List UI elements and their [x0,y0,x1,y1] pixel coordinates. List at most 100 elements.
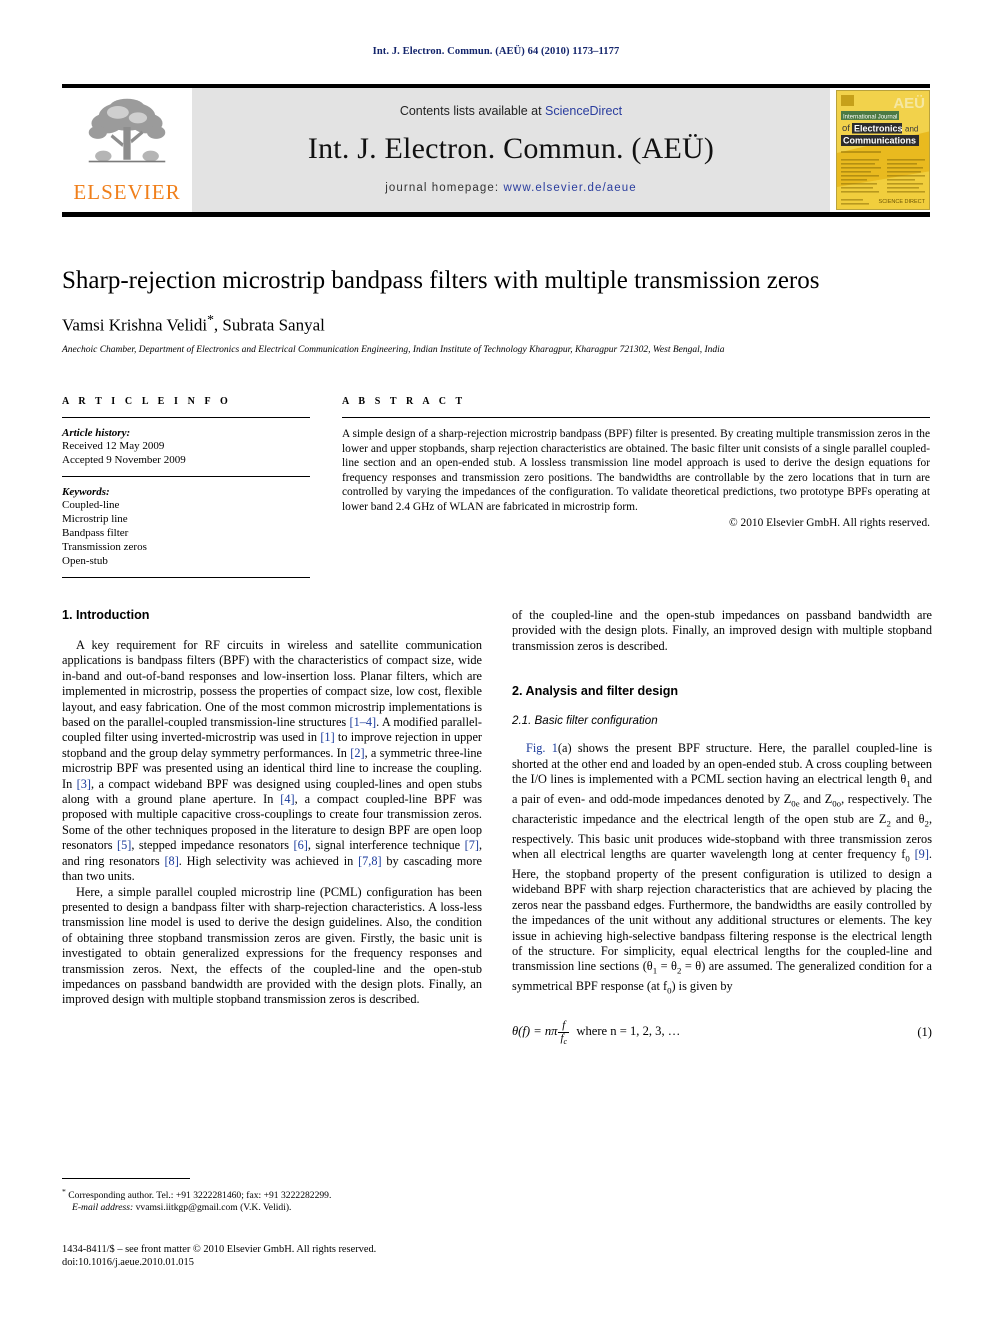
citation-ref[interactable]: [1] [320,730,334,744]
equation-1: θ(f) = nπ f fc where n = 1, 2, 3, … (1) [512,1019,932,1045]
intro-paragraph-2-continued: of the coupled-line and the open-stub im… [512,608,932,653]
title-block: Sharp-rejection microstrip bandpass filt… [62,266,930,355]
section-heading-introduction: 1. Introduction [62,608,150,622]
abstract-copyright: © 2010 Elsevier GmbH. All rights reserve… [729,516,930,529]
intro-paragraph-2: Here, a simple parallel coupled microstr… [62,884,482,1007]
affiliation: Anechoic Chamber, Department of Electron… [62,344,725,355]
svg-text:and: and [905,125,918,134]
text-run: , signal interference technique [307,838,465,853]
abstract-heading: A B S T R A C T [342,396,466,407]
subscript: 0o [832,798,842,809]
journal-cover-art-icon: AEÜ International Journal of Electronics… [837,91,929,209]
equation-number: (1) [917,1024,932,1039]
footnote-email-value[interactable]: vvamsi.iitkgp@gmail.com (V.K. Velidi). [136,1202,292,1213]
citation-ref[interactable]: [1–4] [350,715,377,729]
equation-lhs: θ(f) = nπ [512,1023,558,1038]
corresponding-author-marker: * [207,312,214,327]
journal-cover-cell: AEÜ International Journal of Electronics… [830,88,930,212]
journal-homepage-link[interactable]: www.elsevier.de/aeue [504,182,637,194]
text-run: and Z [799,791,833,806]
banner-bottom-rule [62,212,930,217]
footnote-star-icon: * [62,1187,66,1196]
svg-text:SCIENCE DIRECT: SCIENCE DIRECT [879,199,926,205]
text-run: and θ [890,811,925,826]
svg-text:Electronics: Electronics [854,124,903,134]
sciencedirect-link[interactable]: ScienceDirect [545,104,622,118]
contents-available-line: Contents lists available at ScienceDirec… [400,104,622,118]
body-column-left: 1. Introduction A key requirement for RF… [62,608,482,1008]
journal-cover-thumbnail: AEÜ International Journal of Electronics… [836,90,930,210]
text-run: . Here, the stopband property of the pre… [512,847,932,974]
fraction-denominator: fc [558,1032,569,1047]
imprint-block: 1434-8411/$ – see front matter © 2010 El… [62,1243,502,1269]
article-info-rule-top [62,417,310,418]
article-history-label: Article history: [62,427,131,439]
citation-ref[interactable]: [6] [294,838,308,852]
imprint-issn-line: 1434-8411/$ – see front matter © 2010 El… [62,1244,377,1255]
body-column-right: of the coupled-line and the open-stub im… [512,608,932,1045]
author-primary: Vamsi Krishna Velidi [62,315,208,335]
journal-title: Int. J. Electron. Commun. (AEÜ) [307,132,715,165]
article-info-panel: A R T I C L E I N F O Article history: R… [62,396,310,587]
keywords-label: Keywords: [62,486,110,498]
footnote-email: E-mail address: vvamsi.iitkgp@gmail.com … [62,1202,482,1214]
section-heading-analysis: 2. Analysis and filter design [512,684,679,699]
text-run: , stepped impedance resonators [131,838,294,853]
text-run: ) is given by [671,979,733,994]
elsevier-tree-icon [88,98,166,163]
fraction-den-subscript: c [563,1036,568,1046]
banner-center: Contents lists available at ScienceDirec… [192,88,830,212]
svg-text:AEÜ: AEÜ [893,95,925,112]
svg-text:International Journal: International Journal [843,115,897,121]
svg-text:of: of [842,123,850,134]
journal-banner: ELSEVIER Contents lists available at Sci… [62,84,930,217]
text-run: = θ [657,959,677,974]
article-info-rule-mid [62,476,310,477]
svg-text:Communications: Communications [843,136,916,146]
abstract-panel: A B S T R A C T A simple design of a sha… [342,396,930,529]
journal-homepage-line: journal homepage: www.elsevier.de/aeue [385,182,637,194]
equation-condition: where n = 1, 2, 3, … [576,1023,681,1038]
article-info-heading: A R T I C L E I N F O [62,396,232,407]
article-history-accepted: Accepted 9 November 2009 [62,454,186,466]
text-run: . High selectivity was achieved in [178,853,359,868]
figure-ref[interactable]: Fig. 1 [526,741,558,755]
paper-page: Int. J. Electron. Commun. (AEÜ) 64 (2010… [0,0,992,1323]
footnote-rule [62,1178,190,1179]
text-run: (a) shows the present BPF structure. Her… [512,741,933,787]
citation-ref[interactable]: [3] [77,777,91,791]
contents-prefix: Contents lists available at [399,104,546,118]
footnote-email-label: E-mail address: [72,1202,134,1214]
citation-ref[interactable]: [5] [117,838,131,852]
keyword-item: Transmission zeros [62,541,147,553]
running-head: Int. J. Electron. Commun. (AEÜ) 64 (2010… [372,46,620,57]
keyword-item: Open-stub [62,555,108,567]
homepage-prefix: journal homepage: [385,182,504,194]
equation-1-expression: θ(f) = nπ f fc where n = 1, 2, 3, … [512,1019,917,1045]
article-info-rule-bottom [62,577,310,578]
author-secondary: , Subrata Sanyal [213,315,325,335]
citation-ref[interactable]: [7,8] [358,854,382,868]
citation-ref[interactable]: [7] [465,838,479,852]
page-title: Sharp-rejection microstrip bandpass filt… [62,267,820,294]
citation-ref[interactable]: [4] [280,792,294,806]
publisher-logo: ELSEVIER [62,88,192,212]
abstract-rule [342,417,930,418]
keyword-item: Bandpass filter [62,527,129,539]
citation-ref[interactable]: [9] [915,847,929,861]
footnote-block: * Corresponding author. Tel.: +91 322228… [62,1178,482,1214]
imprint-doi-line[interactable]: doi:10.1016/j.aeue.2010.01.015 [62,1256,502,1269]
abstract-text: A simple design of a sharp-rejection mic… [342,428,930,513]
footnote-corresponding-text: Corresponding author. Tel.: +91 32222814… [68,1190,332,1202]
subscript: 0e [791,798,800,809]
article-history-received: Received 12 May 2009 [62,440,165,452]
subsection-heading-basic-filter: 2.1. Basic filter configuration [512,714,658,728]
equation-fraction: f fc [558,1019,570,1047]
citation-ref[interactable]: [2] [350,746,364,760]
keyword-item: Microstrip line [62,513,128,525]
author-list: Vamsi Krishna Velidi*, Subrata Sanyal [62,312,930,336]
elsevier-wordmark: ELSEVIER [73,180,181,204]
intro-paragraph-1: A key requirement for RF circuits in wir… [62,638,482,885]
citation-ref[interactable]: [8] [164,854,178,868]
footnote-corresponding-author: * Corresponding author. Tel.: +91 322228… [62,1186,482,1202]
